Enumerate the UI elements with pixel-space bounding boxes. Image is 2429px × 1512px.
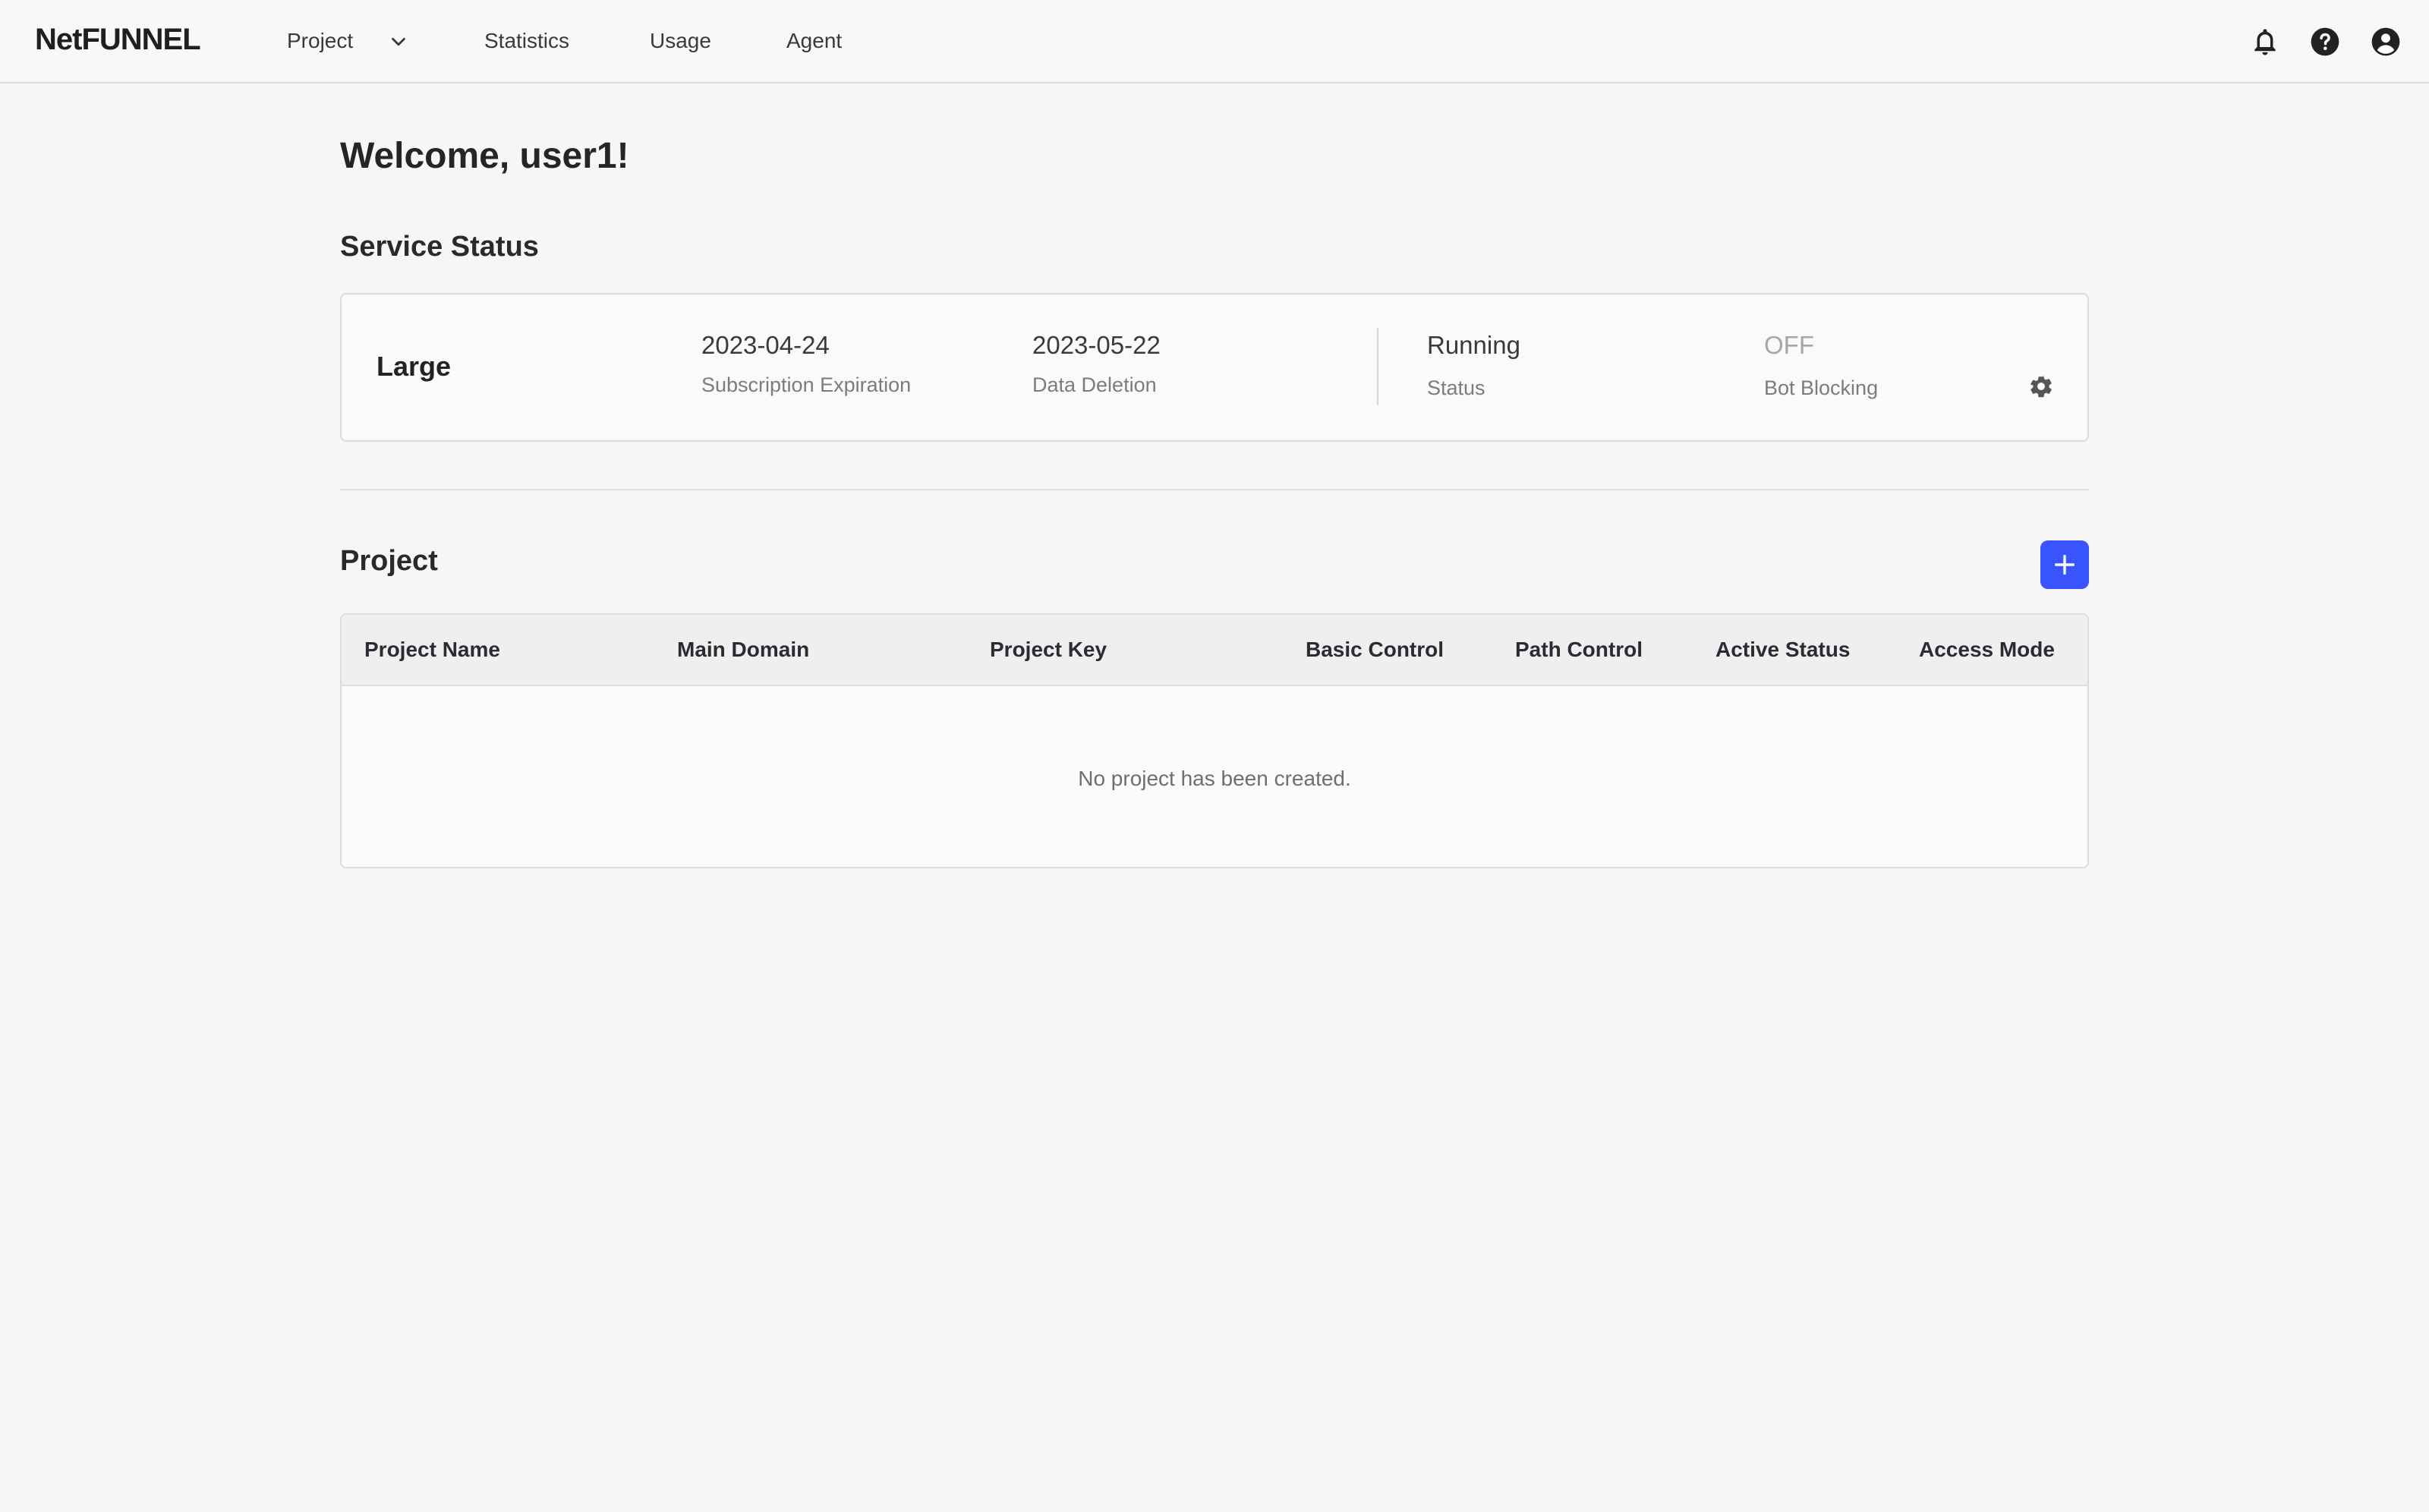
bell-icon[interactable]	[2249, 26, 2281, 58]
account-icon[interactable]	[2370, 26, 2402, 58]
column-access-mode[interactable]: Access Mode	[1919, 638, 2055, 662]
section-divider	[340, 489, 2089, 490]
plan-name: Large	[376, 351, 452, 382]
nav-project-label: Project	[287, 29, 354, 52]
add-project-button[interactable]	[2040, 540, 2089, 589]
vertical-divider	[1377, 328, 1378, 405]
column-path-control[interactable]: Path Control	[1515, 638, 1643, 662]
subscription-expiration-label: Subscription Expiration	[701, 373, 912, 396]
project-section-title: Project	[340, 545, 438, 577]
nav-statistics[interactable]: Statistics	[484, 29, 569, 53]
empty-table-message: No project has been created.	[1078, 767, 1351, 790]
data-deletion-label: Data Deletion	[1032, 373, 1157, 396]
project-table-header: Project Name Main Domain Project Key Bas…	[342, 615, 2087, 686]
gear-icon[interactable]	[2028, 373, 2054, 399]
service-status-card: Large 2023-04-24 Subscription Expiration…	[340, 293, 2089, 442]
column-basic-control[interactable]: Basic Control	[1306, 638, 1444, 662]
status-label: Status	[1427, 376, 1485, 399]
column-active-status[interactable]: Active Status	[1715, 638, 1850, 662]
chevron-down-icon	[392, 37, 405, 46]
subscription-expiration-value: 2023-04-24	[701, 331, 830, 359]
help-icon[interactable]	[2309, 26, 2341, 58]
data-deletion-value: 2023-05-22	[1032, 331, 1161, 359]
welcome-heading: Welcome, user1!	[340, 136, 629, 176]
netfunnel-logo[interactable]: NetFUNNEL	[35, 23, 201, 57]
bot-blocking-label: Bot Blocking	[1764, 376, 1879, 399]
nav-usage[interactable]: Usage	[650, 29, 711, 53]
column-project-name[interactable]: Project Name	[364, 638, 500, 662]
nav-project-dropdown[interactable]: Project	[287, 29, 405, 53]
service-status-title: Service Status	[340, 231, 539, 263]
column-main-domain[interactable]: Main Domain	[677, 638, 809, 662]
bot-blocking-value: OFF	[1764, 331, 1814, 359]
column-project-key[interactable]: Project Key	[990, 638, 1107, 662]
nav-agent[interactable]: Agent	[786, 29, 842, 53]
status-value: Running	[1427, 331, 1520, 359]
project-table: Project Name Main Domain Project Key Bas…	[340, 613, 2089, 868]
plus-icon	[2054, 554, 2075, 575]
top-navigation-bar: NetFUNNEL Project Statistics Usage Agent	[0, 0, 2429, 83]
